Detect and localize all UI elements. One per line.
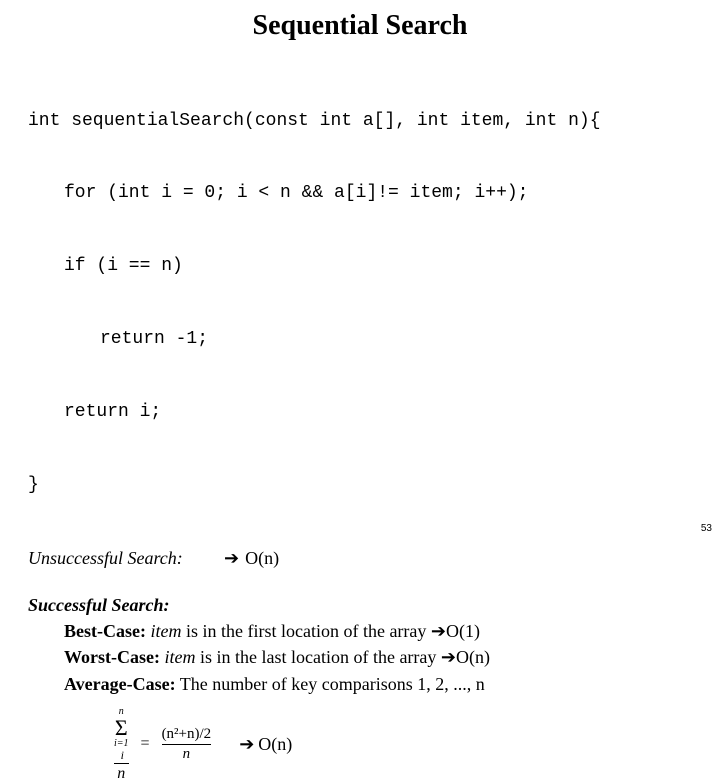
- rhs-den: n: [183, 745, 191, 762]
- slide: Sequential Search int sequentialSearch(c…: [0, 0, 720, 540]
- worst-case-text: is in the last location of the array: [195, 647, 440, 667]
- sigma-fraction: n Σ i=1 i n: [114, 707, 129, 782]
- average-case-label: Average-Case:: [64, 674, 176, 694]
- unsuccessful-label: Unsuccessful Search:: [28, 546, 198, 570]
- successful-heading: Successful Search:: [28, 592, 692, 618]
- best-case-complexity: O(1): [446, 621, 480, 641]
- worst-case-row: Worst-Case: item is in the last location…: [28, 644, 692, 670]
- worst-case-label: Worst-Case:: [64, 647, 160, 667]
- rhs-num: (n²+n)/2: [162, 727, 212, 744]
- slide-title: Sequential Search: [28, 10, 692, 42]
- average-case-row: Average-Case: The number of key comparis…: [28, 671, 692, 697]
- arrow-icon: ➔: [224, 546, 239, 570]
- arrow-icon: ➔: [239, 734, 254, 755]
- best-case-label: Best-Case:: [64, 621, 146, 641]
- formula-complexity: O(n): [258, 734, 292, 755]
- sigma-lower: i=1: [114, 739, 129, 749]
- sigma-symbol: Σ: [115, 717, 128, 739]
- arrow-icon: ➔: [431, 621, 446, 641]
- sigma-var: i: [121, 749, 124, 761]
- code-line: }: [28, 473, 692, 497]
- sigma-upper: n: [119, 707, 124, 717]
- unsuccessful-row: Unsuccessful Search: ➔ O(n): [28, 546, 692, 570]
- code-line: if (i == n): [28, 254, 692, 278]
- sigma-den: n: [117, 764, 125, 782]
- code-line: return -1;: [28, 327, 692, 351]
- code-block: int sequentialSearch(const int a[], int …: [28, 60, 692, 546]
- code-line: for (int i = 0; i < n && a[i]!= item; i+…: [28, 181, 692, 205]
- formula: n Σ i=1 i n = (n²+n)/2 n: [114, 707, 211, 782]
- equals-sign: =: [141, 735, 150, 753]
- formula-row: n Σ i=1 i n = (n²+n)/2 n ➔ O(n): [28, 707, 692, 782]
- sigma-icon: n Σ i=1: [114, 707, 129, 749]
- worst-case-item: item: [160, 647, 196, 667]
- worst-case-complexity: O(n): [456, 647, 490, 667]
- average-case-text: The number of key comparisons 1, 2, ...,…: [176, 674, 485, 694]
- best-case-text: is in the first location of the array: [181, 621, 430, 641]
- arrow-icon: ➔: [441, 647, 456, 667]
- unsuccessful-complexity: O(n): [245, 546, 279, 570]
- best-case-item: item: [146, 621, 182, 641]
- successful-section: Successful Search: Best-Case: item is in…: [28, 592, 692, 696]
- page-number: 53: [701, 523, 712, 534]
- code-line: int sequentialSearch(const int a[], int …: [28, 109, 692, 133]
- rhs-fraction: (n²+n)/2 n: [162, 727, 212, 762]
- best-case-row: Best-Case: item is in the first location…: [28, 618, 692, 644]
- code-line: return i;: [28, 400, 692, 424]
